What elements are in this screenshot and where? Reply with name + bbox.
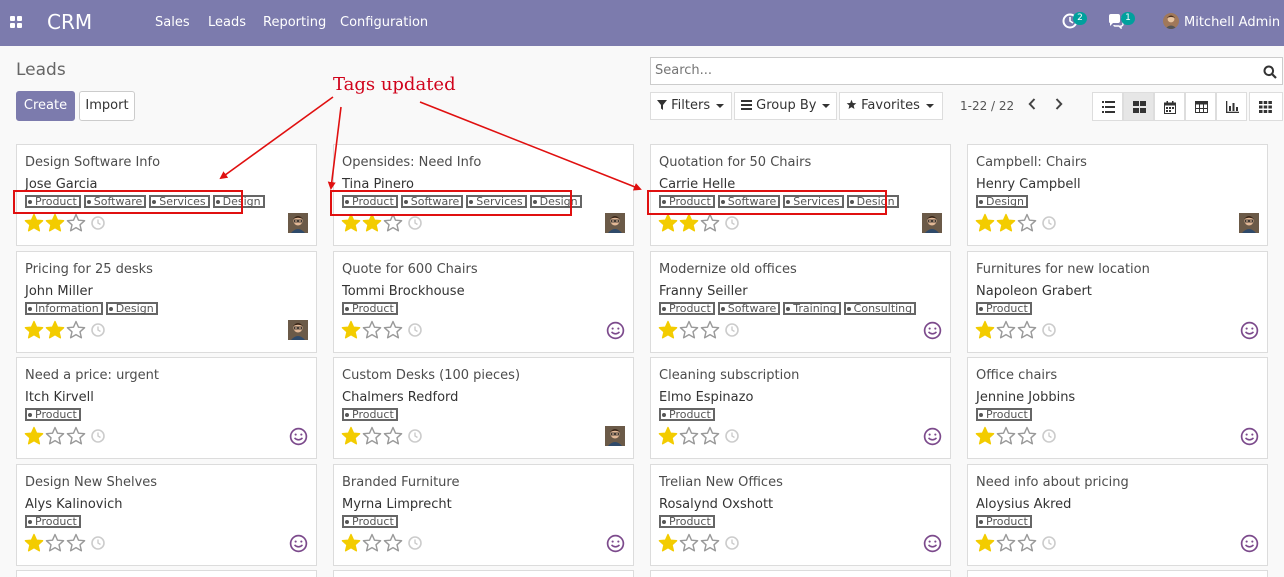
annotation-arrows (219, 96, 642, 191)
arrow-to-card-1 (219, 96, 334, 180)
arrow-to-card-3 (419, 101, 642, 191)
arrow-to-card-2 (327, 106, 342, 190)
